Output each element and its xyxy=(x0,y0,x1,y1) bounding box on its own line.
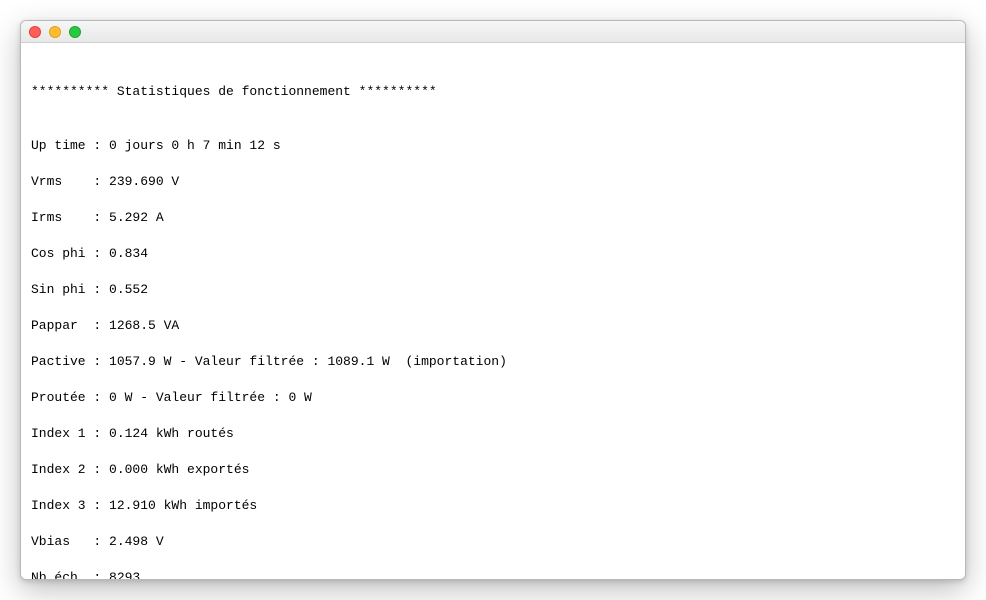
uptime-line: Up time : 0 jours 0 h 7 min 12 s xyxy=(31,137,955,155)
close-icon[interactable] xyxy=(29,26,41,38)
irms-line: Irms : 5.292 A xyxy=(31,209,955,227)
vbias-line: Vbias : 2.498 V xyxy=(31,533,955,551)
window-titlebar xyxy=(21,21,965,43)
nbech-line: Nb éch. : 8293 xyxy=(31,569,955,579)
index2-line: Index 2 : 0.000 kWh exportés xyxy=(31,461,955,479)
stats-header: ********** Statistiques de fonctionnemen… xyxy=(31,83,955,101)
terminal-content[interactable]: ********** Statistiques de fonctionnemen… xyxy=(21,43,965,579)
index1-line: Index 1 : 0.124 kWh routés xyxy=(31,425,955,443)
index3-line: Index 3 : 12.910 kWh importés xyxy=(31,497,955,515)
vrms-line: Vrms : 239.690 V xyxy=(31,173,955,191)
cosphi-line: Cos phi : 0.834 xyxy=(31,245,955,263)
terminal-window: ********** Statistiques de fonctionnemen… xyxy=(20,20,966,580)
pappar-line: Pappar : 1268.5 VA xyxy=(31,317,955,335)
pactive-line: Pactive : 1057.9 W - Valeur filtrée : 10… xyxy=(31,353,955,371)
proutee-line: Proutée : 0 W - Valeur filtrée : 0 W xyxy=(31,389,955,407)
minimize-icon[interactable] xyxy=(49,26,61,38)
sinphi-line: Sin phi : 0.552 xyxy=(31,281,955,299)
maximize-icon[interactable] xyxy=(69,26,81,38)
